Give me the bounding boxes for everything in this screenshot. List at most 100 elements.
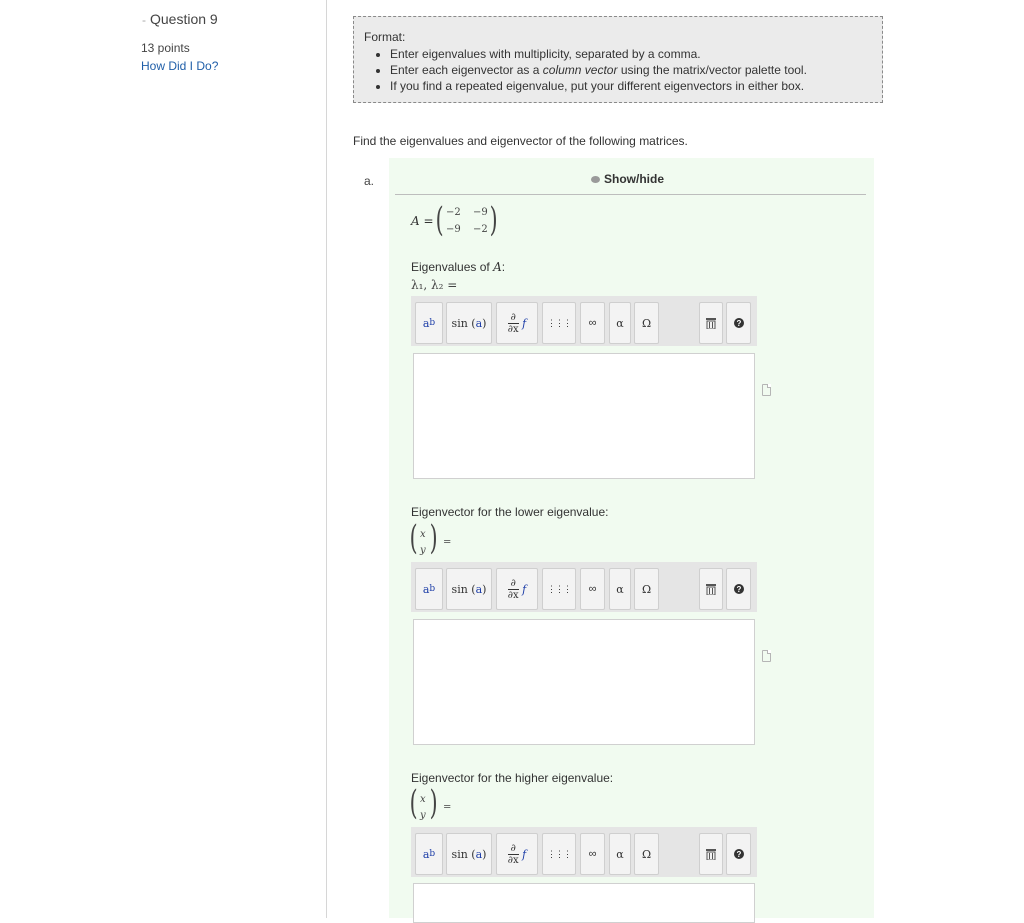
derivative-button[interactable]: ∂ ∂x f <box>496 302 538 344</box>
lambda-expression: λ₁, λ₂ = <box>411 278 458 292</box>
format-instructions: Format: Enter eigenvalues with multiplic… <box>353 16 883 103</box>
derivative-fraction: ∂ ∂x <box>507 578 519 601</box>
infinity-button[interactable]: ∞ <box>580 833 605 875</box>
trash-icon-svg <box>706 584 716 595</box>
power-exp: b <box>429 849 436 859</box>
toggle-dot-icon <box>591 176 600 183</box>
sin-label: sin <box>451 847 468 861</box>
file-icon[interactable] <box>762 650 771 662</box>
svg-text:?: ? <box>736 319 741 328</box>
show-hide-toggle[interactable]: Show/hide <box>389 172 866 186</box>
deriv-bottom: ∂x <box>507 588 519 601</box>
format-item-text: using the matrix/vector palette tool. <box>620 63 807 77</box>
lower-eigenvector-label: Eigenvector for the lower eigenvalue: <box>411 505 609 519</box>
alpha-button[interactable]: α <box>609 302 631 344</box>
help-icon-svg: ? <box>733 318 744 328</box>
question-instruction: Find the eigenvalues and eigenvector of … <box>353 134 688 148</box>
math-toolbar: ab sin (a) ∂ ∂x f ⋮⋮⋮ ∞ α Ω ? <box>411 296 757 346</box>
math-toolbar: ab sin (a) ∂ ∂x f ⋮⋮⋮ ∞ α Ω ? <box>411 562 757 612</box>
svg-text:?: ? <box>736 585 741 594</box>
vector-xy-higher: ( x y ) = <box>410 785 471 825</box>
vector-xy-lower: ( x y ) = <box>410 520 471 560</box>
deriv-f: f <box>522 316 527 330</box>
superscript-button[interactable]: ab <box>415 302 443 344</box>
matrix-grid-icon[interactable]: ⋮⋮⋮ <box>542 568 576 610</box>
right-paren-icon: ) <box>489 200 498 240</box>
right-paren-icon: ) <box>429 518 438 558</box>
eigenvalues-label-text: Eigenvalues of <box>411 260 490 274</box>
omega-button[interactable]: Ω <box>634 833 659 875</box>
file-icon[interactable] <box>762 384 771 396</box>
higher-eigenvector-label: Eigenvector for the higher eigenvalue: <box>411 771 614 785</box>
matrix-cell: −2 <box>446 207 461 218</box>
math-toolbar: ab sin (a) ∂ ∂x f ⋮⋮⋮ ∞ α Ω ? <box>411 827 757 877</box>
eigenvalues-var: A <box>493 260 502 274</box>
derivative-button[interactable]: ∂ ∂x f <box>496 568 538 610</box>
part-a-panel: Show/hide A = ( −2 −9 −9 −2 ) Eigenvalue… <box>389 158 874 923</box>
right-paren-icon: ) <box>429 783 438 823</box>
infinity-button[interactable]: ∞ <box>580 568 605 610</box>
question-sidebar: - Question 9 13 points How Did I Do? <box>0 0 327 918</box>
function-button[interactable]: sin (a) <box>446 568 492 610</box>
help-icon[interactable]: ? <box>726 302 751 344</box>
sin-label: sin <box>451 316 468 330</box>
format-item-multiplicity: Enter eigenvalues with multiplicity, sep… <box>390 48 872 61</box>
sin-label: sin <box>451 582 468 596</box>
deriv-top: ∂ <box>510 842 516 854</box>
help-icon-svg: ? <box>733 849 744 859</box>
vector-x: x <box>420 794 426 805</box>
format-item-text: Enter each eigenvector as a <box>390 63 540 77</box>
matrix-cell: −2 <box>473 224 488 235</box>
part-label: a. <box>364 174 375 188</box>
format-item-repeated: If you find a repeated eigenvalue, put y… <box>390 80 872 93</box>
eigenvalues-label: Eigenvalues of A: <box>411 260 505 274</box>
matrix-cell: −9 <box>473 207 488 218</box>
eigenvalues-answer-box[interactable] <box>413 353 755 479</box>
vector-y: y <box>420 810 426 821</box>
trash-icon-svg <box>706 849 716 860</box>
omega-button[interactable]: Ω <box>634 302 659 344</box>
eigenvalues-colon: : <box>501 260 506 274</box>
help-icon[interactable]: ? <box>726 568 751 610</box>
question-title-text: Question 9 <box>150 11 218 27</box>
format-list: Enter eigenvalues with multiplicity, sep… <box>364 48 872 93</box>
vector-equals: = <box>443 537 452 548</box>
sin-arg: a <box>475 582 483 596</box>
trash-icon[interactable] <box>699 833 723 875</box>
format-heading: Format: <box>364 30 406 44</box>
alpha-button[interactable]: α <box>609 833 631 875</box>
left-paren-icon: ( <box>409 783 418 823</box>
matrix-grid-icon[interactable]: ⋮⋮⋮ <box>542 302 576 344</box>
power-exp: b <box>429 318 436 328</box>
power-exp: b <box>429 584 436 594</box>
show-hide-label: Show/hide <box>604 172 664 186</box>
deriv-f: f <box>522 582 527 596</box>
question-title: - Question 9 <box>142 11 218 27</box>
derivative-fraction: ∂ ∂x <box>507 311 519 335</box>
svg-text:?: ? <box>736 850 741 859</box>
deriv-top: ∂ <box>510 311 516 323</box>
vector-equals: = <box>443 802 452 813</box>
function-button[interactable]: sin (a) <box>446 833 492 875</box>
superscript-button[interactable]: ab <box>415 568 443 610</box>
alpha-button[interactable]: α <box>609 568 631 610</box>
help-icon-svg: ? <box>733 584 744 594</box>
trash-icon-svg <box>706 318 716 329</box>
trash-icon[interactable] <box>699 302 723 344</box>
format-item-emphasis: column vector <box>542 63 618 77</box>
help-icon[interactable]: ? <box>726 833 751 875</box>
trash-icon[interactable] <box>699 568 723 610</box>
superscript-button[interactable]: ab <box>415 833 443 875</box>
matrix-cell: −9 <box>446 224 461 235</box>
higher-eigenvector-answer-box[interactable] <box>413 883 755 923</box>
deriv-bottom: ∂x <box>507 322 519 335</box>
infinity-button[interactable]: ∞ <box>580 302 605 344</box>
derivative-button[interactable]: ∂ ∂x f <box>496 833 538 875</box>
matrix-grid-icon[interactable]: ⋮⋮⋮ <box>542 833 576 875</box>
sin-arg: a <box>475 847 483 861</box>
omega-button[interactable]: Ω <box>634 568 659 610</box>
question-points: 13 points <box>141 41 190 55</box>
function-button[interactable]: sin (a) <box>446 302 492 344</box>
lower-eigenvector-answer-box[interactable] <box>413 619 755 745</box>
how-did-i-do-link[interactable]: How Did I Do? <box>141 59 218 73</box>
